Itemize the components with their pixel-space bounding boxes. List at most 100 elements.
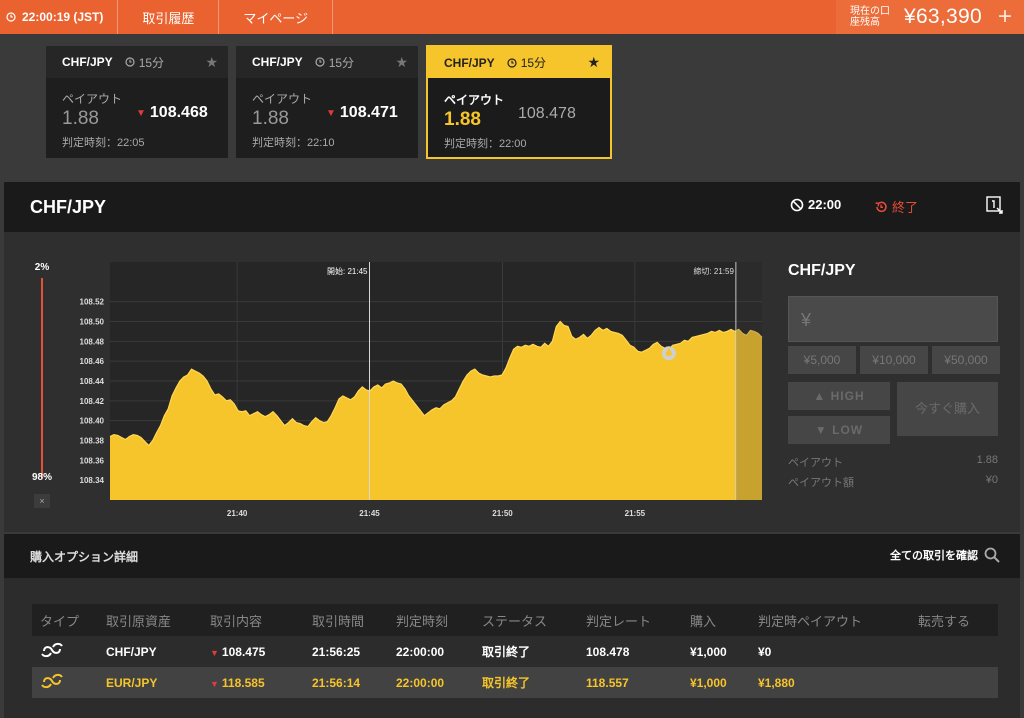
- x-tick-label: 21:50: [492, 509, 513, 518]
- y-tick-label: 108.40: [80, 417, 105, 426]
- down-arrow-icon: ▼: [326, 107, 336, 119]
- trades-table: タイプ 取引原資産 取引内容 取引時間 判定時刻 ステータス 判定レート 購入 …: [32, 604, 998, 698]
- expiry-time-text: 22:00: [808, 197, 842, 212]
- preset-10000-button[interactable]: ¥10,000: [860, 346, 928, 374]
- cell-judge-rate: 118.557: [578, 667, 682, 698]
- top-bar: 22:00:19 (JST) 取引履歴 マイページ 現在の口座残高 ¥63,39…: [0, 0, 1024, 34]
- y-tick-label: 108.52: [80, 298, 105, 307]
- high-label: HIGH: [830, 389, 865, 403]
- search-icon: [984, 547, 1000, 563]
- cell-status: 取引終了: [474, 667, 578, 698]
- card-judge-time: 判定時刻：22:00: [444, 138, 527, 150]
- favorite-star-icon[interactable]: ★: [205, 54, 218, 71]
- payout-value: 1.88: [976, 454, 998, 466]
- high-arrow-icon: ▲: [813, 389, 831, 403]
- price-chart: 108.52 108.50 108.48 108.46 108.44 108.42 108.…: [80, 262, 763, 518]
- cell-status: 取引終了: [474, 636, 578, 667]
- y-tick-label: 108.34: [80, 476, 105, 485]
- card-payout-label: ペイアウト: [62, 92, 123, 106]
- clock-icon: [315, 57, 325, 67]
- view-all-trades-link[interactable]: 全ての取引を確認: [890, 547, 1000, 563]
- trades-table-panel: タイプ 取引原資産 取引内容 取引時間 判定時刻 ステータス 判定レート 購入 …: [4, 578, 1020, 718]
- payout-row: ペイアウト 1.88: [788, 454, 998, 470]
- balance-label: 現在の口座残高: [849, 6, 890, 28]
- favorite-star-icon[interactable]: ★: [587, 54, 600, 71]
- x-tick-label: 21:55: [625, 509, 646, 518]
- cell-content-value: 118.585: [221, 675, 265, 690]
- round-status: 終了: [874, 197, 918, 216]
- card-header: CHF/JPY 15分 ★: [428, 47, 610, 78]
- clock-icon: [125, 57, 135, 67]
- amount-input[interactable]: ¥: [788, 296, 998, 342]
- add-funds-icon[interactable]: +: [998, 3, 1012, 31]
- col-trade-time: 取引時間: [304, 604, 388, 636]
- purchase-details-header: 購入オプション詳細 全ての取引を確認: [4, 534, 1020, 578]
- cell-content: ▼ 108.475: [202, 636, 304, 667]
- start-label: 開始: 21:45: [327, 266, 368, 276]
- close-ratio-button[interactable]: ×: [34, 494, 50, 508]
- asset-card[interactable]: CHF/JPY 15分 ★ ペイアウト 1.88 ▼ 108.471 判定時刻：2…: [236, 46, 418, 158]
- col-judge-payout: 判定時ペイアウト: [750, 604, 910, 636]
- payout-amount-value: ¥0: [985, 474, 998, 486]
- table-row[interactable]: EUR/JPY ▼ 118.585 21:56:14 22:00:00 取引終了 …: [32, 667, 998, 698]
- cell-judge-time: 22:00:00: [388, 667, 474, 698]
- favorite-star-icon[interactable]: ★: [395, 54, 408, 71]
- post-close-region: [735, 262, 762, 500]
- cell-resell: [910, 636, 998, 667]
- ratio-bar: [41, 278, 43, 478]
- down-arrow-icon: ▼: [210, 678, 219, 689]
- balance-value: ¥63,390: [903, 5, 982, 28]
- nav-trade-history[interactable]: 取引履歴: [118, 0, 220, 34]
- down-arrow-icon: ▼: [210, 647, 219, 658]
- card-rate-value: 108.478: [518, 105, 576, 122]
- col-asset: 取引原資産: [98, 604, 202, 636]
- card-asset: CHF/JPY: [62, 55, 113, 69]
- cell-asset: CHF/JPY: [98, 636, 202, 667]
- card-payout-label: ペイアウト: [444, 93, 505, 107]
- card-asset: CHF/JPY: [252, 55, 303, 69]
- table-row[interactable]: CHF/JPY ▼ 108.475 21:56:25 22:00:00 取引終了 …: [32, 636, 998, 667]
- y-tick-label: 108.42: [80, 397, 105, 406]
- card-rate: ▼ 108.471: [326, 104, 398, 122]
- cell-resell: [910, 667, 998, 698]
- expiry-time: 22:00: [790, 197, 841, 212]
- payout-label: ペイアウト: [788, 457, 843, 469]
- details-title: 購入オプション詳細: [30, 549, 139, 564]
- card-rate-value: 108.471: [339, 104, 398, 121]
- chart-window-icon[interactable]: [986, 196, 1004, 216]
- col-type: タイプ: [32, 604, 98, 636]
- clock-icon: [6, 12, 16, 22]
- low-arrow-icon: ▼: [814, 423, 833, 437]
- preset-5000-button[interactable]: ¥5,000: [788, 346, 856, 374]
- asset-title-bar: CHF/JPY 22:00 終了: [4, 182, 1020, 232]
- card-rate-value: 108.468: [149, 104, 208, 121]
- col-status: ステータス: [474, 604, 578, 636]
- asset-card[interactable]: CHF/JPY 15分 ★ ペイアウト 1.88 ▼ 108.468 判定時刻：2…: [46, 46, 228, 158]
- y-tick-label: 108.48: [80, 337, 105, 346]
- y-tick-label: 108.50: [80, 318, 105, 327]
- clock-text: 22:00:19 (JST): [22, 10, 104, 24]
- asset-title: CHF/JPY: [30, 196, 107, 217]
- card-header: CHF/JPY 15分 ★: [236, 46, 418, 78]
- preset-50000-button[interactable]: ¥50,000: [932, 346, 1000, 374]
- x-tick-label: 21:45: [359, 509, 380, 518]
- cell-trade-time: 21:56:14: [304, 667, 388, 698]
- down-arrow-icon: ▼: [136, 107, 146, 119]
- nav-my-page[interactable]: マイページ: [219, 0, 334, 34]
- cell-content: ▼ 118.585: [202, 667, 304, 698]
- buy-now-button[interactable]: 今すぐ購入: [897, 382, 998, 436]
- col-judge-rate: 判定レート: [578, 604, 682, 636]
- cell-judge-time: 22:00:00: [388, 636, 474, 667]
- card-header: CHF/JPY 15分 ★: [46, 46, 228, 78]
- cell-payout: ¥0: [750, 636, 910, 667]
- order-asset-title: CHF/JPY: [788, 262, 856, 279]
- ratio-bottom: 98%: [31, 472, 52, 483]
- trade-type-icon: [32, 667, 98, 698]
- asset-card-selected[interactable]: CHF/JPY 15分 ★ ペイアウト 1.88 108.478 判定時刻：22…: [426, 45, 612, 159]
- trade-type-icon: [32, 636, 98, 667]
- col-judge-time: 判定時刻: [388, 604, 474, 636]
- high-button[interactable]: ▲ HIGH: [788, 382, 890, 410]
- low-button[interactable]: ▼ LOW: [788, 416, 890, 444]
- card-duration-text: 15分: [520, 56, 547, 70]
- card-judge-time: 判定時刻：22:05: [62, 137, 145, 149]
